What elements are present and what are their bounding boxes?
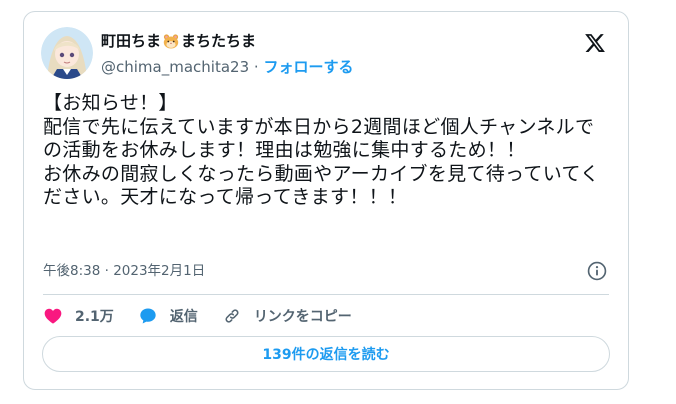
like-button[interactable]: 2.1万 [43,306,114,326]
user-handle[interactable]: @chima_machita23 [101,58,249,76]
x-logo-icon[interactable] [584,32,606,54]
read-replies-button[interactable]: 139件の返信を読む [42,336,610,372]
info-icon[interactable] [586,260,608,282]
display-name-part2: まちたちま [181,32,257,50]
author-info: 町田ちま まちたちま @chima_machita23 · フォローする [101,32,353,76]
divider [43,294,609,295]
tweet-timestamp[interactable]: 午後8:38 · 2023年2月1日 [43,262,205,280]
tweet-text: 【お知らせ！】 配信で先に伝えていますが本日から2週間ほど個人チャンネルでの活動… [43,92,600,208]
action-bar: 2.1万 返信 リンクをコピー [43,306,376,326]
avatar[interactable] [41,27,93,79]
copy-link-label: リンクをコピー [253,309,352,325]
copy-link-button[interactable]: リンクをコピー [222,306,352,326]
like-count: 2.1万 [75,309,114,325]
tweet-card: 町田ちま まちたちま @chima_machita23 · フォローする 【お知… [23,11,629,390]
handle-row: @chima_machita23 · フォローする [101,58,353,76]
follow-button[interactable]: フォローする [263,58,353,76]
display-name-part1: 町田ちま [101,32,162,50]
link-icon [225,309,239,323]
reply-label: 返信 [169,309,198,325]
hamster-emoji [162,32,180,50]
reply-button[interactable]: 返信 [138,306,198,326]
read-replies-label: 139件の返信を読む [262,347,390,363]
reply-icon [140,308,156,324]
heart-icon [44,308,62,324]
display-name[interactable]: 町田ちま まちたちま [101,32,353,50]
handle-separator: · [249,58,264,76]
